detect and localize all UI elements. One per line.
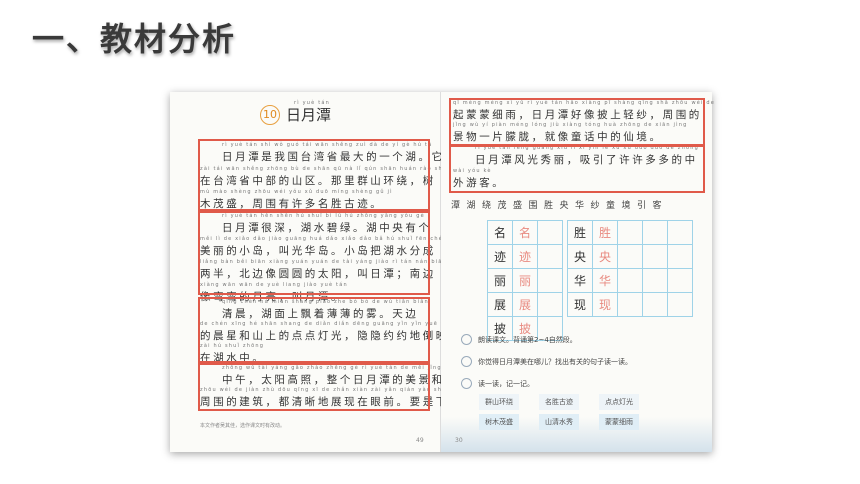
word-card: 群山环绕 bbox=[479, 394, 519, 410]
highlight-box-paragraph-3 bbox=[198, 297, 430, 363]
grid-char: 胜 bbox=[567, 220, 593, 245]
grid-char: 丽 bbox=[487, 268, 513, 293]
circle-icon bbox=[461, 356, 472, 367]
circle-icon bbox=[461, 378, 472, 389]
lesson-heading: 10 日月潭 bbox=[260, 104, 331, 125]
grid-char: 展 bbox=[487, 292, 513, 317]
grid-empty bbox=[667, 220, 693, 245]
trace-char: 展 bbox=[512, 292, 538, 317]
grid-empty bbox=[537, 268, 563, 293]
trace-char: 胜 bbox=[592, 220, 618, 245]
page-number: 49 bbox=[416, 437, 424, 444]
exercise-text: 朗读课文。背诵第2~4自然段。 bbox=[478, 335, 577, 344]
grid-empty bbox=[617, 220, 643, 245]
left-page: rì yuè tán 10 日月潭 rì yuè tán shì wǒ guó … bbox=[170, 92, 498, 452]
trace-char: 现 bbox=[592, 292, 618, 317]
word-card: 山清水秀 bbox=[539, 414, 579, 430]
trace-char: 迹 bbox=[512, 244, 538, 269]
trace-char: 央 bbox=[592, 244, 618, 269]
textbook-spread: rì yuè tán 10 日月潭 rì yuè tán shì wǒ guó … bbox=[170, 92, 714, 452]
grid-empty bbox=[642, 292, 668, 317]
writing-grid-left: 名名 迹迹 丽丽 展展 披披 bbox=[487, 220, 563, 341]
grid-char: 现 bbox=[567, 292, 593, 317]
grid-empty bbox=[642, 244, 668, 269]
page-number: 30 bbox=[455, 437, 463, 444]
grid-empty bbox=[617, 292, 643, 317]
grid-char: 名 bbox=[487, 220, 513, 245]
highlight-box-paragraph-4 bbox=[198, 363, 430, 411]
grid-empty bbox=[642, 220, 668, 245]
word-card: 点点灯光 bbox=[599, 394, 639, 410]
footnote: 本文作者吴其佳，选作课文时有改动。 bbox=[200, 423, 286, 429]
word-card: 蒙蒙细雨 bbox=[599, 414, 639, 430]
word-card: 树木茂盛 bbox=[479, 414, 519, 430]
exercise-2: 你觉得日月潭美在哪儿？找出有关的句子读一读。 bbox=[461, 356, 632, 367]
grid-char: 央 bbox=[567, 244, 593, 269]
grid-empty bbox=[617, 244, 643, 269]
grid-empty bbox=[667, 244, 693, 269]
highlight-box-paragraph-2 bbox=[198, 211, 430, 295]
circle-icon bbox=[461, 334, 472, 345]
grid-empty bbox=[537, 220, 563, 245]
right-page: qǐ méng méng xì yǔ rì yuè tán hǎo xiàng … bbox=[441, 92, 714, 452]
new-characters-row: 潭湖绕茂盛围胜央华纱童境引客 bbox=[451, 201, 669, 211]
lesson-number-badge: 10 bbox=[260, 104, 280, 125]
highlight-box-paragraph-6 bbox=[449, 145, 705, 193]
writing-grid-right: 胜胜 央央 华华 现现 bbox=[567, 220, 693, 317]
grid-empty bbox=[617, 268, 643, 293]
grid-empty bbox=[667, 268, 693, 293]
grid-char: 华 bbox=[567, 268, 593, 293]
highlight-box-paragraph-5 bbox=[449, 98, 705, 146]
lesson-title: 日月潭 bbox=[286, 106, 332, 124]
slide-title: 一、教材分析 bbox=[32, 20, 237, 58]
grid-empty bbox=[642, 268, 668, 293]
grid-char: 迹 bbox=[487, 244, 513, 269]
word-card: 名胜古迹 bbox=[539, 394, 579, 410]
highlight-box-paragraph-1 bbox=[198, 139, 430, 211]
exercise-text: 你觉得日月潭美在哪儿？找出有关的句子读一读。 bbox=[478, 357, 632, 366]
exercise-3: 读一读，记一记。 bbox=[461, 378, 534, 389]
exercise-1: 朗读课文。背诵第2~4自然段。 bbox=[461, 334, 577, 345]
exercise-text: 读一读，记一记。 bbox=[478, 379, 534, 388]
trace-char: 丽 bbox=[512, 268, 538, 293]
grid-empty bbox=[537, 244, 563, 269]
trace-char: 华 bbox=[592, 268, 618, 293]
trace-char: 名 bbox=[512, 220, 538, 245]
grid-empty bbox=[667, 292, 693, 317]
grid-empty bbox=[537, 292, 563, 317]
